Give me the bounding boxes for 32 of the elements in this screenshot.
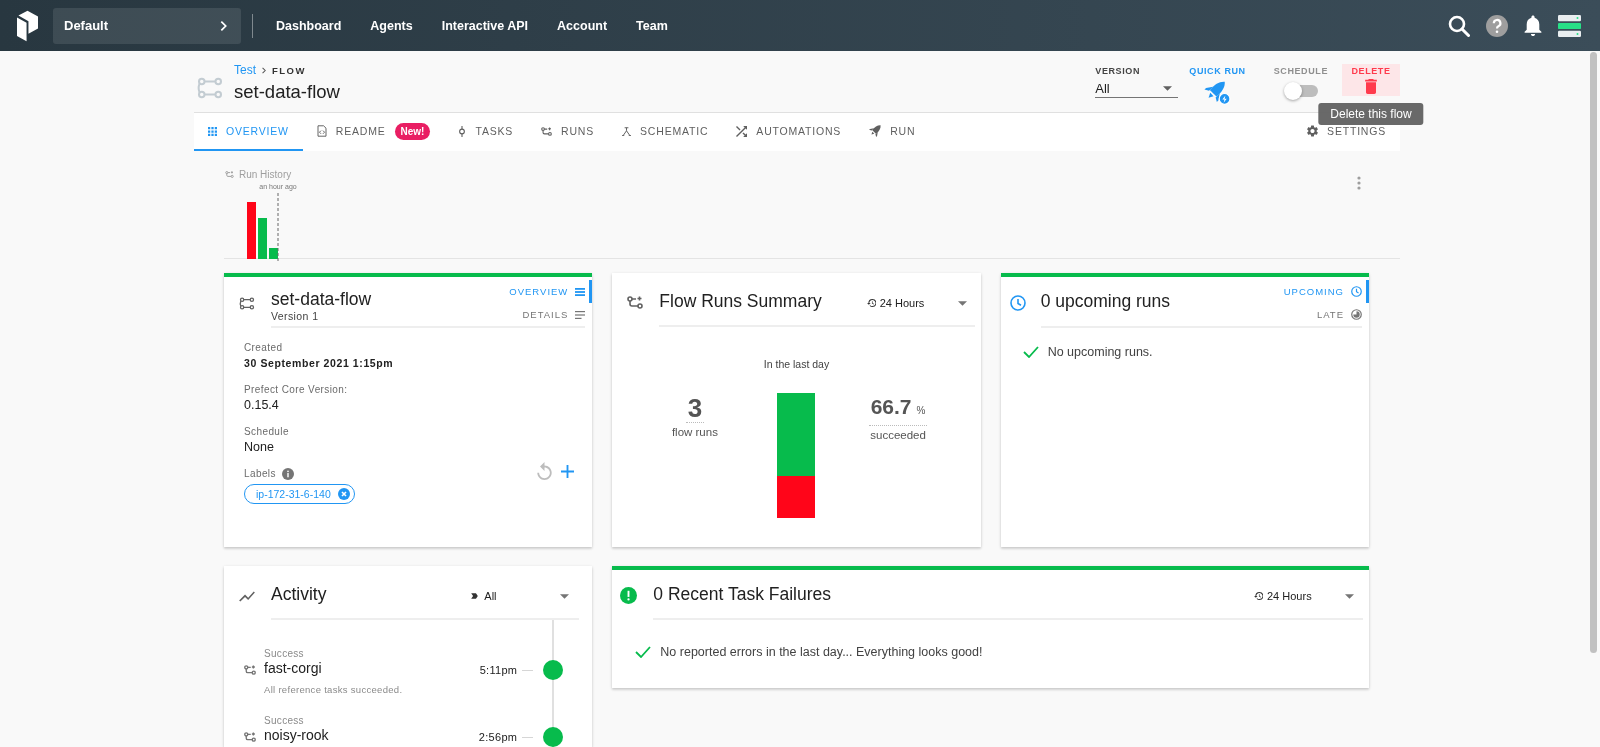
card-title: set-data-flow [271,288,372,310]
field-label: Schedule [244,425,290,438]
version-label: VERSION [1095,65,1141,78]
run-count-label: flow runs [671,425,718,439]
success-rate-label: succeeded [870,428,926,442]
field-label: Created [244,341,284,354]
page-title: set-data-flow [234,80,340,104]
flow-version: Version 1 [271,310,320,323]
field-label: Prefect Core Version: [244,383,349,396]
run-state: Success [264,648,305,660]
success-rate: 66.7 % [868,393,928,426]
schedule-label: SCHEDULE [1273,65,1328,78]
field-value: 0.15.4 [244,398,280,413]
run-state: Success [264,715,305,727]
empty-message: No upcoming runs. [1047,344,1153,360]
field-label: Labels [244,467,276,480]
field-value: 30 September 2021 1:15pm [244,356,395,371]
tooltip: Delete this flow [1318,103,1424,125]
card-title: Activity [271,583,327,605]
card-title: 0 Recent Task Failures [653,583,831,605]
summary-caption: In the last day [763,357,830,371]
field-value: None [244,440,275,455]
chart-title: Run History [239,168,292,180]
new-badge: New! [394,122,431,140]
empty-message: No reported errors in the last day... Everything looks good! [660,644,983,660]
run-time: 2:56pm [478,731,518,743]
card-title: 0 upcoming runs [1040,290,1171,312]
breadcrumb-current: FLOW [272,64,306,76]
run-time: 5:11pm [479,664,518,676]
card-title: Flow Runs Summary [659,290,822,312]
run-count: 3 [685,393,705,423]
run-message: All reference tasks succeeded. [264,684,404,696]
